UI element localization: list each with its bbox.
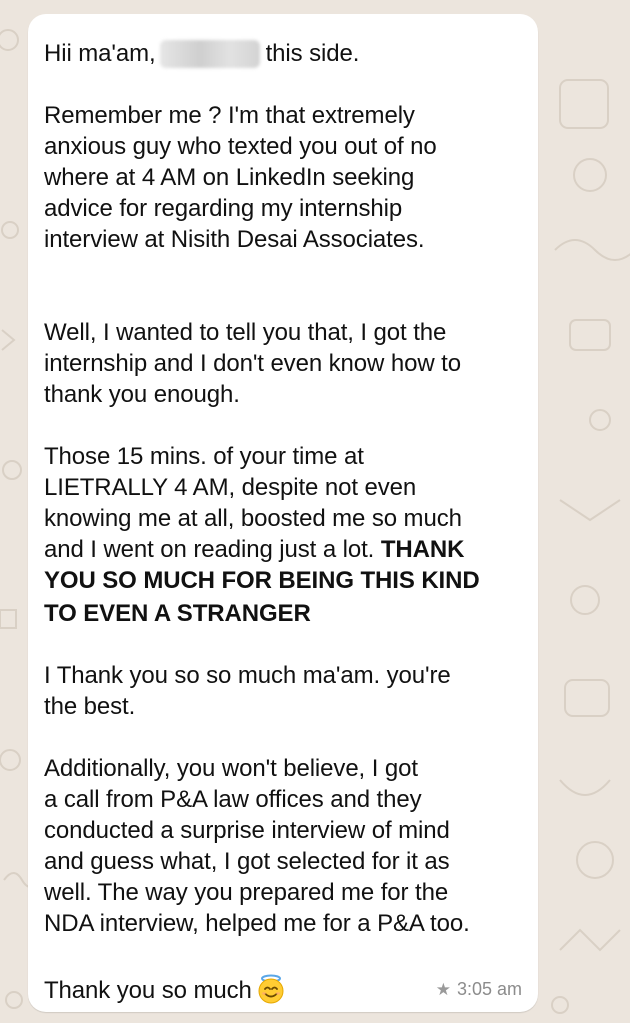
greeting-line: Hii ma'am, this side.: [44, 38, 359, 69]
message-line: advice for regarding my internship: [44, 195, 403, 222]
message-line: anxious guy who texted you out of no: [44, 133, 437, 160]
message-line: Well, I wanted to tell you that, I got t…: [44, 319, 447, 346]
bold-text: THANK: [380, 536, 465, 563]
message-line: LIETRALLY 4 AM, despite not even: [44, 474, 417, 501]
message-line: Remember me ? I'm that extremely: [44, 102, 415, 129]
message-line: where at 4 AM on LinkedIn seeking: [44, 164, 415, 191]
message-line: I Thank you so so much ma'am. you're: [44, 662, 451, 689]
bold-line: TO EVEN A STRANGER: [44, 600, 311, 627]
closing-text: Thank you so much: [44, 977, 252, 1004]
message-line: knowing me at all, boosted me so much: [44, 505, 462, 532]
message-line-mixed: and I went on reading just a lot. THANK: [44, 534, 464, 565]
message-line: Additionally, you won't believe, I got: [44, 755, 418, 782]
greeting-before: Hii ma'am,: [44, 40, 156, 67]
message-line: and guess what, I got selected for it as: [44, 848, 450, 875]
bold-line: YOU SO MUCH FOR BEING THIS KIND: [44, 567, 480, 594]
message-meta: ★ 3:05 am: [436, 979, 522, 1000]
message-bubble[interactable]: Hii ma'am, this side. Remember me ? I'm t…: [28, 14, 538, 1012]
message-line: NDA interview, helped me for a P&A too.: [44, 910, 470, 937]
message-text: and I went on reading just a lot.: [44, 536, 381, 563]
message-line: conducted a surprise interview of mind: [44, 817, 450, 844]
redacted-name: [159, 40, 260, 68]
message-line: Those 15 mins. of your time at: [44, 443, 364, 470]
message-line: a call from P&A law offices and they: [44, 786, 422, 813]
message-line: well. The way you prepared me for the: [44, 879, 449, 906]
message-line: internship and I don't even know how to: [44, 350, 461, 377]
message-line: interview at Nisith Desai Associates.: [44, 226, 425, 253]
star-icon: ★: [435, 980, 451, 999]
smiling-face-with-halo-icon: [256, 974, 286, 1004]
greeting-after: this side.: [265, 40, 360, 67]
message-time: 3:05 am: [456, 979, 522, 999]
message-line: thank you enough.: [44, 381, 240, 408]
closing-line: Thank you so much: [44, 974, 286, 1006]
message-line: the best.: [44, 693, 136, 720]
